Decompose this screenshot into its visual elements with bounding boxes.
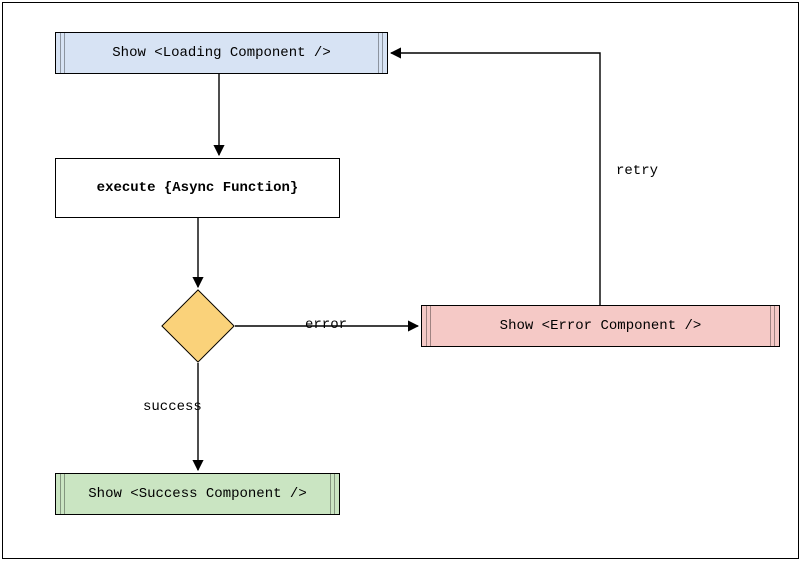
error-node: Show <Error Component /> xyxy=(421,305,780,347)
edge-label-success: success xyxy=(141,399,204,415)
loading-node: Show <Loading Component /> xyxy=(55,32,388,74)
decision-node xyxy=(161,289,235,363)
execute-node: execute {Async Function} xyxy=(55,158,340,218)
loading-node-label: Show <Loading Component /> xyxy=(112,45,330,61)
error-node-label: Show <Error Component /> xyxy=(500,318,702,334)
execute-node-label: execute {Async Function} xyxy=(97,180,299,196)
success-node-label: Show <Success Component /> xyxy=(88,486,306,502)
edge-label-retry: retry xyxy=(614,163,660,179)
diagram-frame: Show <Loading Component /> execute {Asyn… xyxy=(2,2,799,559)
edge-label-error: error xyxy=(303,317,349,333)
success-node: Show <Success Component /> xyxy=(55,473,340,515)
